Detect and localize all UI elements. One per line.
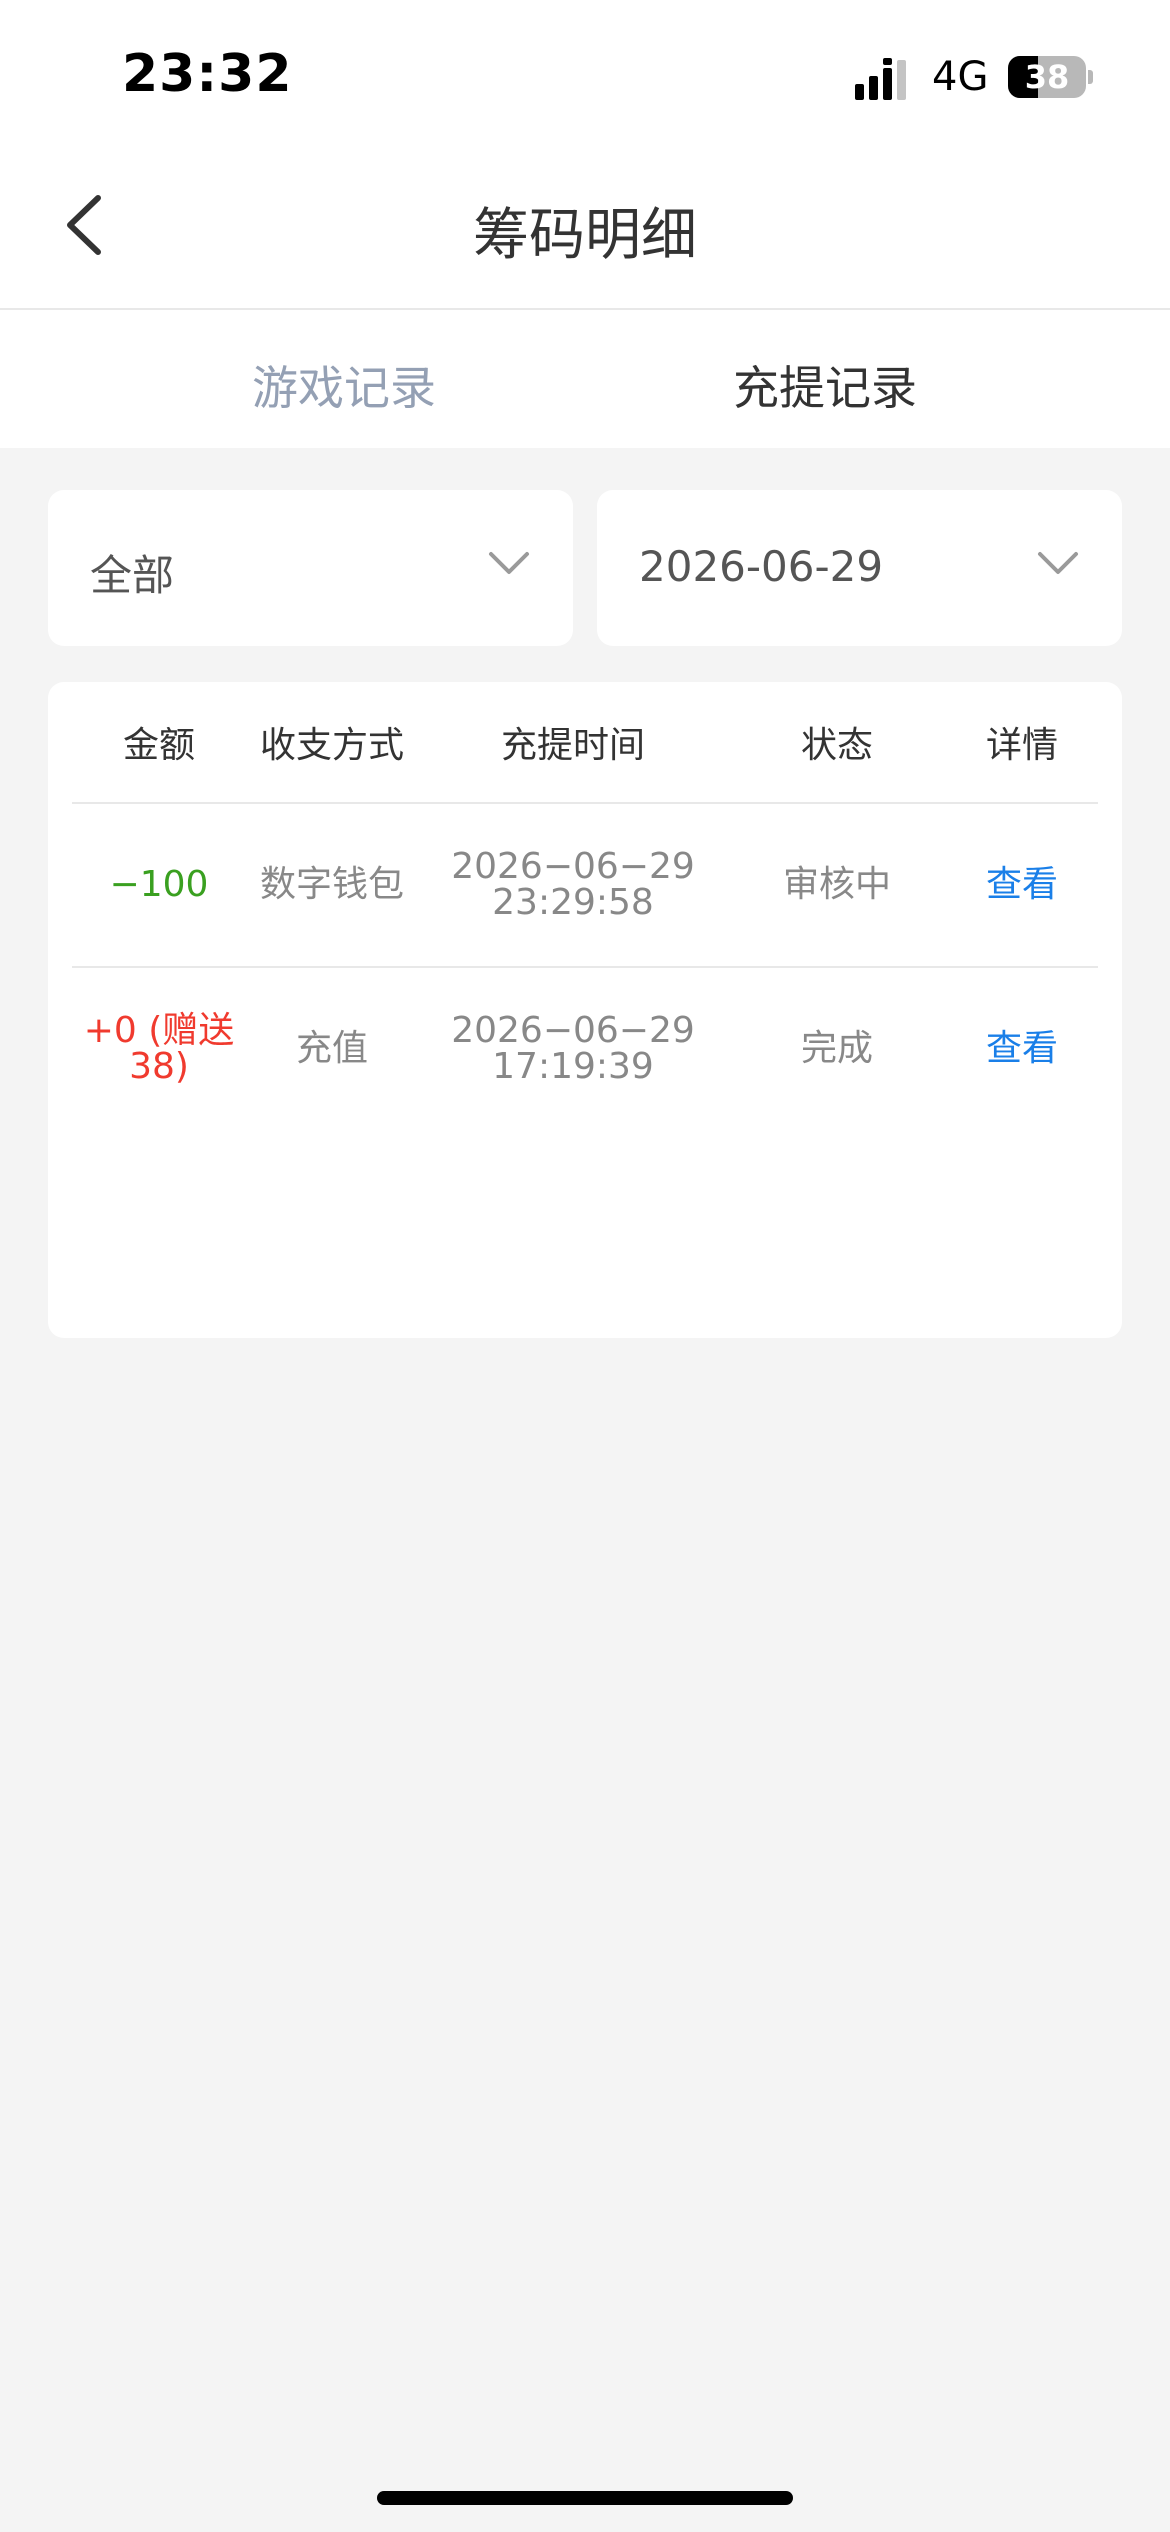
time-cell-time: 23:29:58 <box>492 882 654 923</box>
time-cell-time: 17:19:39 <box>492 1046 654 1087</box>
header-amount: 金额 <box>122 725 195 766</box>
status-cell: 完成 <box>800 1028 873 1069</box>
amount-cell: −100 <box>109 864 209 905</box>
table-row: −100 数字钱包 2026−06−29 23:29:58 审核中 查看 <box>72 804 1098 968</box>
network-label: 4G <box>932 54 989 100</box>
status-cell: 审核中 <box>782 864 891 905</box>
records-table: 金额 收支方式 充提时间 状态 详情 −100 数字钱包 2026−06−29 … <box>48 682 1122 1338</box>
date-filter-dropdown[interactable]: 2026-06-29 <box>597 490 1122 646</box>
home-indicator[interactable] <box>377 2491 793 2505</box>
battery-level: 38 <box>1024 58 1070 96</box>
page-title: 筹码明细 <box>473 203 697 268</box>
chevron-down-icon <box>489 552 529 574</box>
view-detail-link[interactable]: 查看 <box>946 804 1098 966</box>
type-filter-value: 全部 <box>90 551 175 600</box>
time-cell: 2026−06−29 23:29:58 <box>418 804 728 966</box>
status-bar: 23:32 4G 38 <box>0 0 1170 150</box>
time-cell-date: 2026−06−29 <box>451 846 695 887</box>
tab-game-records[interactable]: 游戏记录 <box>252 352 436 418</box>
tab-recharge-records[interactable]: 充提记录 <box>733 352 917 418</box>
date-filter-value: 2026-06-29 <box>639 542 884 591</box>
time-cell: 2026−06−29 17:19:39 <box>418 968 728 1130</box>
header-time: 充提时间 <box>500 725 645 766</box>
tab-bar: 游戏记录 充提记录 <box>0 310 1170 448</box>
header-status: 状态 <box>800 725 873 766</box>
amount-cell: +0 (赠送 38) <box>83 1010 235 1087</box>
view-detail-link[interactable]: 查看 <box>946 968 1098 1130</box>
nav-bar: 筹码明细 <box>0 150 1170 310</box>
table-row: +0 (赠送 38) 充值 2026−06−29 17:19:39 完成 查看 <box>72 968 1098 1130</box>
signal-icon <box>855 58 906 100</box>
header-detail: 详情 <box>985 725 1058 766</box>
chevron-down-icon <box>1038 552 1078 574</box>
battery-tip <box>1088 70 1093 84</box>
type-filter-dropdown[interactable]: 全部 <box>48 490 573 646</box>
table-header: 金额 收支方式 充提时间 状态 详情 <box>72 682 1098 804</box>
method-cell: 充值 <box>295 1028 368 1069</box>
battery-icon: 38 <box>1008 56 1086 98</box>
time-cell-date: 2026−06−29 <box>451 1010 695 1051</box>
header-method: 收支方式 <box>259 725 404 766</box>
status-time: 23:32 <box>122 44 293 104</box>
method-cell: 数字钱包 <box>259 864 404 905</box>
